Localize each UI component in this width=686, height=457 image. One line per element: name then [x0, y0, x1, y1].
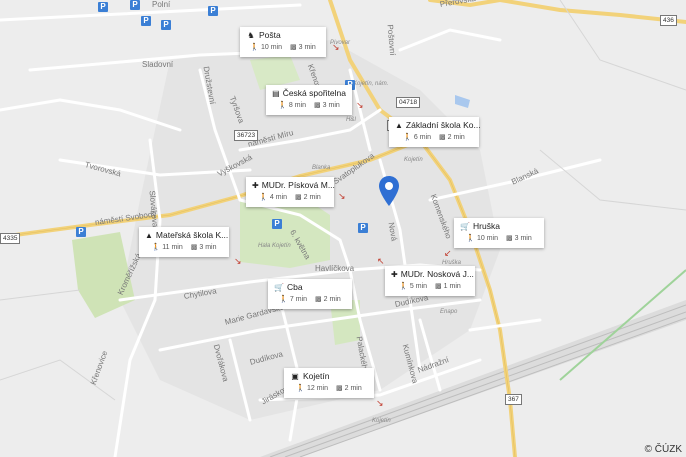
- place-title: Kojetín: [303, 371, 330, 381]
- walk-time: 🚶 10 min: [250, 44, 282, 51]
- place-title: MUDr. Písková M...: [261, 180, 335, 190]
- walk-time: 🚶 7 min: [279, 296, 308, 303]
- car-icon: ▩: [435, 283, 442, 290]
- car-icon: ▩: [335, 385, 343, 392]
- cart-icon: 🛒: [274, 282, 284, 292]
- cart-icon: 🛒: [460, 221, 470, 231]
- card-pointer-icon: ↘: [234, 256, 242, 266]
- car-icon: ▩: [439, 134, 446, 141]
- place-card-cba[interactable]: 🛒 Cba 🚶 7 min ▩ 2 min: [268, 279, 352, 309]
- drive-time: ▩ 2 min: [439, 134, 465, 141]
- street-label: Polní: [152, 0, 171, 9]
- street-label: Sladovní: [142, 60, 174, 69]
- card-pointer-icon: ↖: [377, 256, 385, 266]
- drive-time: ▩ 3 min: [505, 235, 532, 242]
- walk-icon: 🚶: [466, 235, 475, 242]
- walk-icon: 🚶: [250, 44, 259, 51]
- parking-icon: P: [161, 20, 171, 30]
- drive-time: ▩ 1 min: [435, 283, 461, 290]
- place-title: Cba: [287, 282, 303, 292]
- walk-time: 🚶 6 min: [403, 134, 432, 141]
- medical-icon: ✚: [252, 180, 259, 190]
- bank-icon: ▤: [272, 88, 280, 98]
- street-label: Havlíčkova: [315, 264, 355, 273]
- school-icon: ▲: [145, 230, 153, 240]
- bus-icon: ▣: [291, 371, 299, 381]
- walk-time: 🚶 12 min: [296, 385, 328, 392]
- car-icon: ▩: [505, 235, 513, 242]
- card-pointer-icon: ↘: [332, 42, 340, 52]
- parking-icon: P: [272, 219, 282, 229]
- poi-label: H&I: [346, 117, 357, 123]
- map-copyright: © ČÚZK: [644, 444, 682, 455]
- parking-icon: P: [208, 6, 218, 16]
- walk-time: 🚶 11 min: [151, 244, 183, 251]
- parking-icon: P: [76, 227, 86, 237]
- place-title: Pošta: [259, 30, 281, 40]
- medical-icon: ✚: [391, 269, 398, 279]
- place-card-posta[interactable]: ♞ Pošta 🚶 10 min ▩ 3 min: [240, 27, 326, 57]
- drive-time: ▩ 3 min: [289, 44, 316, 51]
- place-card-kojetin[interactable]: ▣ Kojetín 🚶 12 min ▩ 2 min: [284, 368, 374, 398]
- poi-label: Blanka: [312, 165, 331, 171]
- walk-icon: 🚶: [403, 134, 412, 141]
- walk-time: 🚶 5 min: [399, 283, 428, 290]
- road-number: 36723: [234, 130, 259, 141]
- place-title: Česká spořitelna: [282, 88, 346, 98]
- walk-time: 🚶 4 min: [259, 194, 288, 201]
- walk-icon: 🚶: [399, 283, 408, 290]
- place-title: MUDr. Nosková J...: [400, 269, 474, 279]
- school-icon: ▲: [395, 120, 403, 130]
- poi-label: Kojetín: [404, 157, 423, 163]
- car-icon: ▩: [315, 296, 322, 303]
- car-icon: ▩: [289, 44, 297, 51]
- place-card-hruska[interactable]: 🛒 Hruška 🚶 10 min ▩ 3 min: [454, 218, 544, 248]
- walk-icon: 🚶: [259, 194, 268, 201]
- map-canvas[interactable]: Polní Sladovní Družstevní Tyršova náměst…: [0, 0, 686, 457]
- car-icon: ▩: [190, 244, 198, 251]
- post-icon: ♞: [247, 30, 255, 40]
- walk-time: 🚶 8 min: [278, 102, 307, 109]
- car-icon: ▩: [295, 194, 302, 201]
- card-pointer-icon: ↘: [376, 398, 384, 408]
- road-number: 04718: [396, 97, 421, 108]
- place-title: Mateřská škola K...: [155, 230, 229, 240]
- place-card-sporitelna[interactable]: ▤ Česká spořitelna 🚶 8 min ▩ 3 min: [266, 85, 352, 115]
- poi-label: Hala Kojetín: [258, 243, 291, 249]
- poi-label: Kojetín: [372, 418, 391, 424]
- parking-icon: P: [141, 16, 151, 26]
- poi-label: Kojetín, nám.: [353, 81, 389, 87]
- parking-icon: P: [358, 223, 368, 233]
- road-number: 436: [660, 15, 677, 26]
- drive-time: ▩ 2 min: [315, 296, 341, 303]
- car-icon: ▩: [314, 102, 321, 109]
- place-card-zakladni[interactable]: ▲ Základní škola Ko... 🚶 6 min ▩ 2 min: [389, 117, 481, 147]
- place-card-materska[interactable]: ▲ Mateřská škola K... 🚶 11 min ▩ 3 min: [139, 227, 229, 257]
- place-card-noskova[interactable]: ✚ MUDr. Nosková J... 🚶 5 min ▩ 1 min: [385, 266, 475, 296]
- parking-icon: P: [130, 0, 140, 10]
- walk-icon: 🚶: [279, 296, 288, 303]
- drive-time: ▩ 3 min: [190, 244, 217, 251]
- drive-time: ▩ 2 min: [335, 385, 362, 392]
- location-pin-icon[interactable]: [378, 175, 400, 207]
- walk-time: 🚶 10 min: [466, 235, 498, 242]
- place-title: Hruška: [473, 221, 500, 231]
- drive-time: ▩ 3 min: [314, 102, 340, 109]
- road-number: 4335: [0, 233, 21, 244]
- road-number: 367: [505, 394, 522, 405]
- poi-label: Enapo: [440, 309, 458, 315]
- walk-icon: 🚶: [296, 385, 305, 392]
- card-pointer-icon: ↙: [444, 248, 452, 258]
- place-title: Základní škola Ko...: [405, 120, 481, 130]
- card-pointer-icon: ↘: [338, 191, 346, 201]
- drive-time: ▩ 2 min: [295, 194, 321, 201]
- parking-icon: P: [98, 2, 108, 12]
- place-card-piskova[interactable]: ✚ MUDr. Písková M... 🚶 4 min ▩ 2 min: [246, 177, 335, 207]
- walk-icon: 🚶: [151, 244, 161, 251]
- walk-icon: 🚶: [278, 102, 287, 109]
- card-pointer-icon: ↘: [356, 100, 364, 110]
